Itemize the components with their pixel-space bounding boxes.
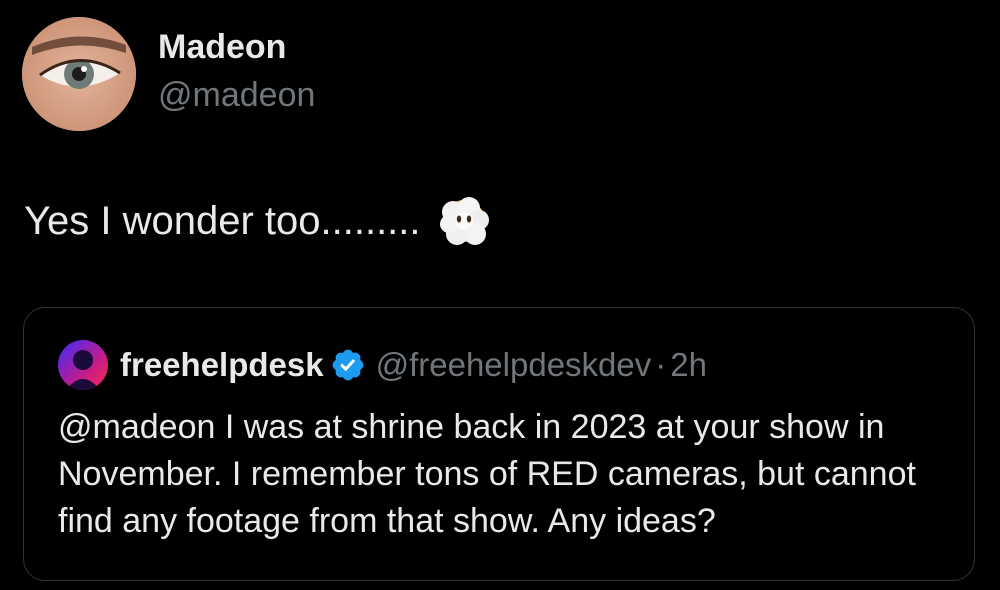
verified-badge-icon bbox=[330, 347, 366, 383]
tweet[interactable]: Madeon @madeon Yes I wonder too......... bbox=[0, 0, 1000, 590]
author-name[interactable]: Madeon bbox=[158, 28, 286, 67]
quoted-author-name[interactable]: freehelpdesk bbox=[120, 346, 324, 384]
separator-dot: · bbox=[655, 346, 667, 383]
tweet-text: Yes I wonder too......... bbox=[24, 198, 421, 243]
quoted-tweet-text: @madeon I was at shrine back in 2023 at … bbox=[58, 408, 916, 540]
quoted-tweet-time[interactable]: 2h bbox=[670, 346, 707, 384]
quoted-author-avatar[interactable] bbox=[58, 340, 108, 390]
quoted-tweet[interactable]: freehelpdesk @freehelpdeskdev · 2h @made… bbox=[23, 307, 975, 581]
quoted-author-handle[interactable]: @freehelpdeskdev bbox=[376, 346, 652, 384]
author-handle[interactable]: @madeon bbox=[158, 76, 315, 115]
tweet-text-row: Yes I wonder too......... bbox=[24, 196, 489, 246]
quoted-tweet-header: freehelpdesk @freehelpdeskdev · 2h bbox=[120, 346, 707, 384]
author-avatar[interactable] bbox=[22, 17, 136, 131]
face-in-clouds-emoji-icon bbox=[439, 196, 489, 246]
